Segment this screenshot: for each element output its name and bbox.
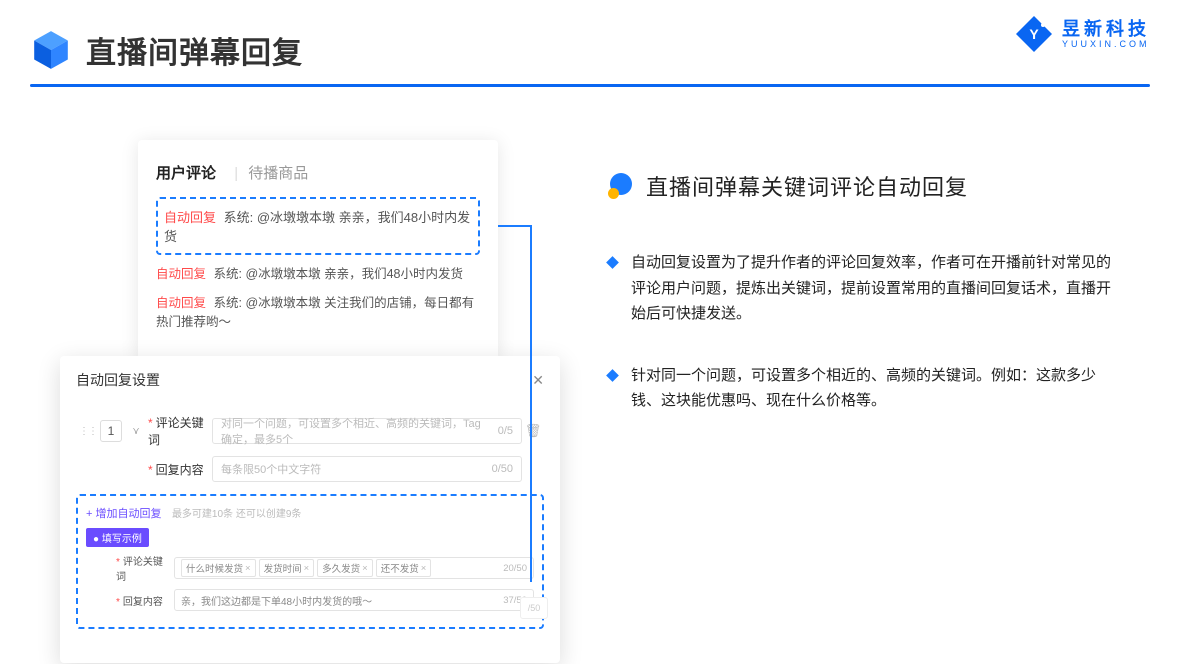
connector-line <box>498 225 532 227</box>
cube-icon <box>30 29 72 71</box>
tab-user-comments[interactable]: 用户评论 <box>156 165 216 182</box>
example-content-input[interactable]: 亲，我们这边都是下单48小时内发货的哦～ 37/50 <box>174 589 534 611</box>
header-rule <box>30 84 1150 87</box>
content-input[interactable]: 每条限50个中文字符 0/50 <box>212 456 522 482</box>
comment-row-highlighted: 自动回复 系统: @冰墩墩本墩 亲亲，我们48小时内发货 <box>156 197 480 255</box>
delete-icon[interactable]: 🗑 <box>522 423 544 439</box>
brand-name: 昱新科技 <box>1062 20 1150 38</box>
brand-logo: Y 昱新科技 YUUXIN.COM <box>1014 14 1150 54</box>
add-auto-reply-link[interactable]: + 增加自动回复 <box>86 508 161 520</box>
section-title: 直播间弹幕关键词评论自动回复 <box>646 170 968 202</box>
comment-row: 自动回复 系统: @冰墩墩本墩 亲亲，我们48小时内发货 <box>156 265 480 284</box>
example-content-label: *回复内容 <box>116 593 168 608</box>
auto-reply-settings-panel: 自动回复设置 ✕ ⋮⋮ 1 ⋎ *评论关键词 对同一个问题，可设置多个相近、高频… <box>60 356 560 663</box>
content-label: *回复内容 <box>148 461 212 478</box>
tab-separator: | <box>234 165 238 182</box>
auto-reply-tag: 自动回复 <box>156 267 206 281</box>
example-badge: ● 填写示例 <box>86 528 149 547</box>
page-title: 直播间弹幕回复 <box>86 28 303 72</box>
drag-handle-icon[interactable]: ⋮⋮ <box>79 426 97 437</box>
svg-text:Y: Y <box>1029 26 1039 42</box>
auto-reply-tag: 自动回复 <box>156 296 206 310</box>
brand-icon: Y <box>1014 14 1054 54</box>
comments-panel: 用户评论 | 待播商品 自动回复 系统: @冰墩墩本墩 亲亲，我们48小时内发货… <box>138 140 498 361</box>
tab-pending-goods[interactable]: 待播商品 <box>248 165 308 182</box>
auto-reply-tag: 自动回复 <box>164 210 216 225</box>
settings-title: 自动回复设置 <box>76 370 160 390</box>
example-area: + 增加自动回复 最多可建10条 还可以创建9条 ● 填写示例 *评论关键词 什… <box>76 494 544 629</box>
bullet-item: 自动回复设置为了提升作者的评论回复效率，作者可在开播前针对常见的评论用户问题，提… <box>608 250 1148 327</box>
connector-line <box>530 225 532 582</box>
diamond-icon <box>606 256 619 269</box>
chevron-icon: ⋎ <box>128 426 144 437</box>
close-icon[interactable]: ✕ <box>532 372 544 389</box>
keyword-chip[interactable]: 多久发货× <box>317 559 373 577</box>
add-hint: 最多可建10条 还可以创建9条 <box>172 509 301 520</box>
keyword-chip[interactable]: 什么时候发货× <box>181 559 256 577</box>
brand-url: YUUXIN.COM <box>1062 40 1150 49</box>
ghost-count: /50 <box>520 597 548 619</box>
rule-number: 1 <box>100 420 122 442</box>
keyword-input[interactable]: 对同一个问题，可设置多个相近、高频的关键词，Tag确定，最多5个 0/5 <box>212 418 522 444</box>
example-keyword-label: *评论关键词 <box>116 553 168 583</box>
comment-text: 系统: @冰墩墩本墩 亲亲，我们48小时内发货 <box>214 267 464 281</box>
keyword-chip[interactable]: 还不发货× <box>376 559 432 577</box>
keyword-label: *评论关键词 <box>148 414 212 448</box>
keyword-chip[interactable]: 发货时间× <box>259 559 315 577</box>
diamond-icon <box>606 369 619 382</box>
example-keyword-input[interactable]: 什么时候发货× 发货时间× 多久发货× 还不发货× 20/50 <box>174 557 534 579</box>
bullet-item: 针对同一个问题，可设置多个相近的、高频的关键词。例如：这款多少钱、这块能优惠吗、… <box>608 363 1148 414</box>
bullet-icon <box>608 173 634 199</box>
comment-row: 自动回复 系统: @冰墩墩本墩 关注我们的店铺，每日都有热门推荐哟～ <box>156 294 480 332</box>
